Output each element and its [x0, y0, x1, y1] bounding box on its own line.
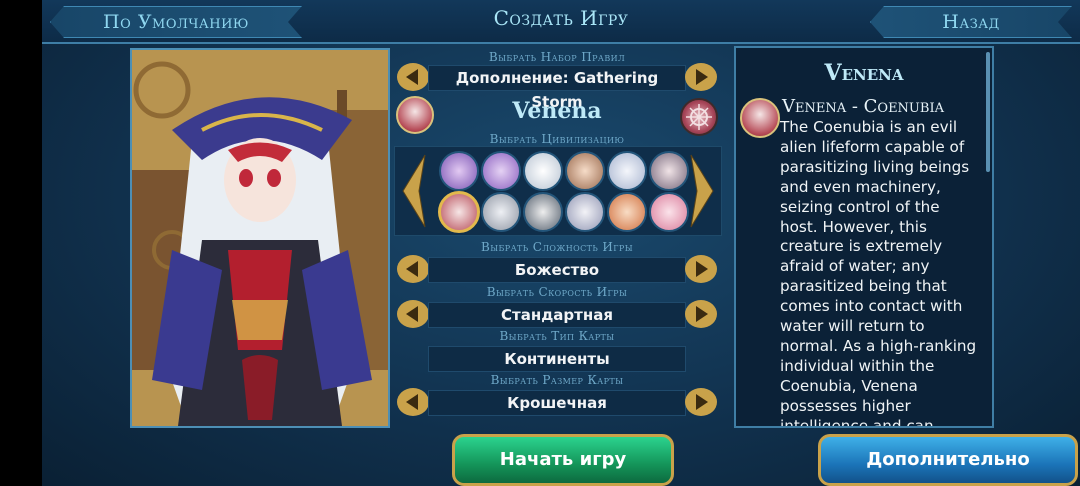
arrow-left-icon[interactable] — [396, 298, 430, 330]
description-subtitle: Venena - Coenubia — [782, 96, 944, 117]
speed-selector: Стандартная — [394, 298, 720, 330]
ruleset-label: Выбрать Набор Правил — [488, 50, 626, 64]
civ-avatar[interactable] — [481, 151, 521, 191]
top-bar: По Умолчанию Создать Игру Назад — [42, 0, 1080, 44]
ruleset-selector: Дополнение: Gathering Storm — [394, 61, 720, 111]
difficulty-value: Божество — [428, 257, 686, 283]
civ-avatar[interactable] — [607, 192, 647, 232]
difficulty-selector: Божество — [394, 253, 720, 285]
arrow-right-icon[interactable] — [684, 298, 718, 330]
map-size-selector: Крошечная — [394, 386, 720, 418]
speed-value: Стандартная — [428, 302, 686, 328]
advanced-settings-button[interactable]: Дополнительно — [818, 434, 1078, 486]
civ-avatar[interactable] — [565, 151, 605, 191]
map-type-selector: Континенты — [394, 345, 720, 372]
default-settings-button[interactable]: По Умолчанию — [50, 6, 302, 38]
description-title: Venena — [824, 60, 904, 86]
arrow-left-icon[interactable] — [399, 153, 429, 229]
random-civ-icon[interactable] — [680, 98, 718, 136]
left-black-edge — [0, 0, 42, 486]
back-button[interactable]: Назад — [870, 6, 1072, 38]
civ-avatar[interactable] — [649, 192, 689, 232]
map-size-value: Крошечная — [428, 390, 686, 416]
civ-avatar[interactable] — [523, 151, 563, 191]
description-body: The Coenubia is an evil alien lifeform c… — [780, 118, 977, 428]
civ-avatar-selected[interactable] — [438, 191, 480, 233]
start-game-button[interactable]: Начать игру — [452, 434, 674, 486]
civ-description-panel[interactable]: Venena Venena - Coenubia The Coenubia is… — [734, 46, 994, 428]
civilization-name: Venena — [512, 98, 602, 124]
map-size-label: Выбрать Размер Карты — [490, 373, 624, 387]
difficulty-label: Выбрать Сложность Игры — [481, 240, 633, 254]
map-type-label: Выбрать Тип Карты — [499, 329, 615, 343]
civ-avatar[interactable] — [565, 192, 605, 232]
civilization-label: Выбрать Цивилизацию — [489, 132, 625, 146]
civilization-grid — [394, 146, 722, 236]
arrow-right-icon[interactable] — [684, 253, 718, 285]
arrow-left-icon[interactable] — [396, 61, 430, 93]
game-settings-panel: Выбрать Набор Правил Дополнение: Gatheri… — [394, 46, 722, 426]
leader-portrait — [130, 48, 390, 428]
description-scrollbar[interactable] — [986, 52, 990, 172]
civ-avatar[interactable] — [523, 192, 563, 232]
arrow-left-icon[interactable] — [396, 253, 430, 285]
civ-avatar[interactable] — [481, 192, 521, 232]
arrow-right-icon[interactable] — [684, 61, 718, 93]
civ-avatar[interactable] — [607, 151, 647, 191]
civ-avatar[interactable] — [439, 151, 479, 191]
arrow-right-icon[interactable] — [687, 153, 717, 229]
map-type-value[interactable]: Континенты — [428, 346, 686, 372]
venena-emblem-icon — [740, 98, 780, 138]
civ-avatar[interactable] — [649, 151, 689, 191]
arrow-left-icon[interactable] — [396, 386, 430, 418]
ruleset-value: Дополнение: Gathering Storm — [428, 65, 686, 111]
arrow-right-icon[interactable] — [684, 386, 718, 418]
speed-label: Выбрать Скорость Игры — [486, 285, 628, 299]
